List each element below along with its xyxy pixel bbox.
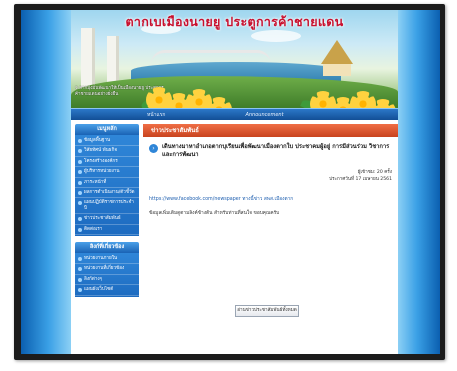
bullet-icon	[78, 201, 82, 206]
sidebar-item-internal[interactable]: หน่วยงานภายใน	[75, 254, 139, 265]
main-navbar: หน้าแรก Announcement	[71, 108, 398, 120]
sidebar-item-sitemap[interactable]: แผนผังเว็บไซต์	[75, 285, 139, 296]
article-body: ข้อมูลเพิ่มเติมดูตามลิงค์ข้างต้น สำหรับท…	[149, 211, 280, 216]
article-views: ผู้เข้าชม: 20 ครั้ง	[357, 170, 392, 175]
bullet-icon	[78, 277, 82, 282]
sidebar-item-label: แผนผังเว็บไซต์	[84, 287, 114, 293]
article-meta: ผู้เข้าชม: 20 ครั้ง ประกาศวันที่ 17 เมษา…	[149, 169, 392, 183]
sidebar-item-executives[interactable]: ผู้บริหารหน่วยงาน	[75, 167, 139, 178]
sidebar-item-contact[interactable]: ติดต่อเรา	[75, 225, 139, 236]
bullet-icon	[78, 267, 82, 272]
banner-title: ตากเบเมืองนายยู ประตูการค้าชายแดน	[125, 14, 344, 29]
bullet-icon	[78, 170, 82, 175]
site-banner: ตากเบเมืองนายยู ประตูการค้าชายแดน จ.ตากม…	[71, 10, 398, 108]
flower-decoration	[350, 91, 376, 108]
sidebar-item-duties[interactable]: ภาระหน้าที่	[75, 178, 139, 189]
bullet-icon	[78, 227, 82, 232]
sidebar-item-performance[interactable]: ผลการดำเนินงาน/ตัวชี้วัด	[75, 188, 139, 199]
article-title-row: › เดินทางมาหาอำเภอตากบุเรียนเพื่อพัฒนาเม…	[149, 143, 392, 159]
sidebar-item-label: ผู้บริหารหน่วยงาน	[84, 169, 120, 175]
news-bullet-icon: ›	[149, 144, 158, 153]
sidebar-item-vision[interactable]: วิสัยทัศน์ พันธกิจ	[75, 146, 139, 157]
sidebar-item-related[interactable]: หน่วยงานที่เกี่ยวข้อง	[75, 264, 139, 275]
temple-base	[323, 64, 351, 76]
article-link[interactable]: https://www.facebook.com/newspaper ทางนี…	[149, 195, 392, 203]
news-section-header: ข่าวประชาสัมพันธ์	[143, 124, 398, 137]
site-container: ตากเบเมืองนายยู ประตูการค้าชายแดน จ.ตากม…	[71, 10, 398, 354]
sidebar-item-label: ข้อมูลพื้นฐาน	[84, 138, 111, 143]
news-article: › เดินทางมาหาอำเภอตากบุเรียนเพื่อพัฒนาเม…	[143, 137, 398, 354]
article-date: ประกาศวันที่ 17 เมษายน 2561	[329, 177, 392, 182]
bullet-icon	[78, 180, 82, 185]
nav-item-home[interactable]: หน้าแรก	[139, 111, 173, 119]
bullet-icon	[78, 191, 82, 196]
sidebar-item-news[interactable]: ข่าวประชาสัมพันธ์	[75, 214, 139, 225]
nav-item-announcement[interactable]: Announcement	[237, 112, 291, 118]
bullet-icon	[78, 149, 82, 154]
left-sidebar: เมนูหลัก ข้อมูลพื้นฐาน วิสัยทัศน์ พันธกิ…	[75, 124, 139, 354]
sidebar-item-label: โครงสร้างองค์กร	[84, 158, 118, 164]
sidebar-item-label: ภาระหน้าที่	[84, 179, 107, 185]
sidebar-item-action-plan[interactable]: แผนปฏิบัติราชการประจำปี	[75, 198, 139, 215]
sidebar-item-label: ลิงก์ต่างๆ	[84, 276, 103, 282]
bullet-icon	[78, 159, 82, 164]
main-content: ข่าวประชาสัมพันธ์ › เดินทางมาหาอำเภอตากบ…	[143, 124, 398, 354]
sidebar-item-label: ข่าวประชาสัมพันธ์	[84, 216, 121, 222]
sidebar-item-links[interactable]: ลิงก์ต่างๆ	[75, 275, 139, 286]
flower-decoration	[206, 97, 232, 108]
bullet-icon	[78, 217, 82, 222]
bullet-icon	[78, 257, 82, 262]
read-all-news-button[interactable]: อ่านข่าวประชาสัมพันธ์ทั้งหมด	[235, 305, 299, 317]
left-background-stripe	[21, 10, 71, 354]
sidebar-item-label: แผนปฏิบัติราชการประจำปี	[84, 200, 134, 211]
main-menu: ข้อมูลพื้นฐาน วิสัยทัศน์ พันธกิจ โครงสร้…	[75, 135, 139, 237]
article-title[interactable]: เดินทางมาหาอำเภอตากบุเรียนเพื่อพัฒนาเมือ…	[162, 143, 392, 159]
web-page: ตากเบเมืองนายยู ประตูการค้าชายแดน จ.ตากม…	[21, 10, 440, 354]
bullet-icon	[78, 288, 82, 293]
links-menu: หน่วยงานภายใน หน่วยงานที่เกี่ยวข้อง ลิงก…	[75, 253, 139, 297]
main-menu-title: เมนูหลัก	[75, 124, 139, 135]
links-menu-title: ลิงก์ที่เกี่ยวข้อง	[75, 242, 139, 254]
bullet-icon	[78, 139, 82, 143]
monument-column	[107, 36, 119, 86]
right-background-stripe	[398, 10, 440, 354]
monument-column	[81, 28, 95, 88]
sidebar-item-structure[interactable]: โครงสร้างองค์กร	[75, 157, 139, 168]
temple-roof	[321, 40, 353, 64]
sidebar-item-basic-info[interactable]: ข้อมูลพื้นฐาน	[75, 136, 139, 147]
sidebar-item-label: วิสัยทัศน์ พันธกิจ	[84, 148, 118, 154]
sidebar-item-label: หน่วยงานที่เกี่ยวข้อง	[84, 266, 125, 272]
sidebar-item-label: ติดต่อเรา	[84, 226, 103, 232]
sidebar-item-label: ผลการดำเนินงาน/ตัวชี้วัด	[84, 190, 135, 196]
sidebar-item-label: หน่วยงานภายใน	[84, 256, 118, 262]
